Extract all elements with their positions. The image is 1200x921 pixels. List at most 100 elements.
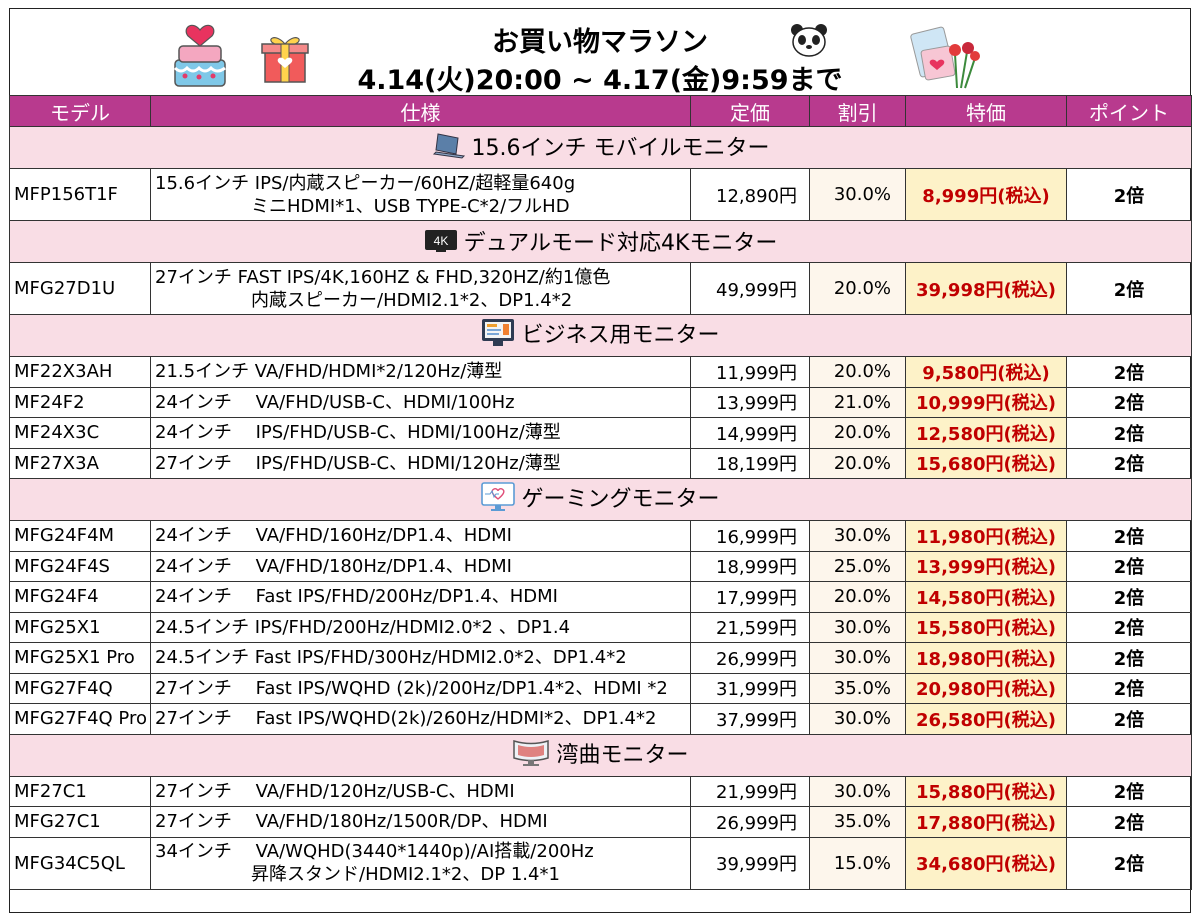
points-cell: 2倍 (1066, 611, 1192, 643)
spec-line: 24.5インチ IPS/FHD/200Hz/HDMI2.0*2 、DP1.4 (155, 616, 571, 638)
table-row: MFG27C1 27インチ VA/FHD/180Hz/1500R/DP、HDMI… (9, 806, 1192, 838)
spec-line: 27インチ Fast IPS/WQHD(2k)/260Hz/HDMI*2、DP1… (155, 708, 657, 730)
list-price-cell: 31,999円 (690, 672, 810, 704)
sale-price-cell: 10,999円(税込) (905, 386, 1067, 418)
spec-line: 27インチ VA/FHD/120Hz/USB-C、HDMI (155, 780, 515, 802)
spec-cell: 24インチ VA/FHD/USB-C、HDMI/100Hz (150, 386, 691, 418)
list-price-cell: 18,999円 (690, 550, 810, 582)
model-cell: MFG24F4 (9, 581, 151, 613)
points-cell: 2倍 (1066, 520, 1192, 552)
model-cell: MFG27F4Q Pro (9, 703, 151, 735)
table-row: MFG25X1 Pro 24.5インチ Fast IPS/FHD/300Hz/H… (9, 642, 1192, 674)
category-cell: ゲーミングモニター (9, 478, 1192, 521)
column-header-model: モデル (9, 95, 151, 127)
model-cell: MFG24F4S (9, 550, 151, 582)
discount-cell: 30.0% (809, 611, 906, 643)
list-price-cell: 26,999円 (690, 806, 810, 838)
list-price-cell: 39,999円 (690, 836, 810, 890)
discount-cell: 25.0% (809, 550, 906, 582)
category-cell: 湾曲モニター (9, 733, 1192, 777)
table-row: MFP156T1F 15.6インチ IPS/内蔵スピーカー/60HZ/超軽量64… (9, 168, 1192, 221)
discount-cell: 20.0% (809, 417, 906, 449)
column-header-sale-price: 特価 (905, 95, 1067, 127)
sale-price-cell: 8,999円(税込) (905, 168, 1067, 221)
sale-price-cell: 12,580円(税込) (905, 417, 1067, 449)
spec-cell: 21.5インチ VA/FHD/HDMI*2/120Hz/薄型 (150, 356, 691, 388)
spec-cell: 27インチ IPS/FHD/USB-C、HDMI/120Hz/薄型 (150, 447, 691, 479)
points-cell: 2倍 (1066, 447, 1192, 479)
spec-line: 34インチ VA/WQHD(3440*1440p)/AI搭載/200Hz (155, 841, 594, 862)
model-cell: MFG25X1 (9, 611, 151, 643)
4k-badge-icon: 4K (424, 229, 458, 253)
points-cell: 2倍 (1066, 417, 1192, 449)
discount-cell: 30.0% (809, 168, 906, 221)
model-cell: MFG27D1U (9, 262, 151, 315)
model-cell: MF24X3C (9, 417, 151, 449)
spec-cell: 27インチ FAST IPS/4K,160HZ & FHD,320HZ/約1億色… (150, 262, 691, 315)
spec-line: 24インチ Fast IPS/FHD/200Hz/DP1.4、HDMI (155, 586, 558, 608)
model-cell: MFP156T1F (9, 168, 151, 221)
table-row: MF24F2 24インチ VA/FHD/USB-C、HDMI/100Hz 13,… (9, 386, 1192, 418)
points-cell: 2倍 (1066, 806, 1192, 838)
points-cell: 2倍 (1066, 168, 1192, 221)
sale-price-cell: 9,580円(税込) (905, 356, 1067, 388)
list-price-cell: 49,999円 (690, 262, 810, 315)
sale-price-cell: 34,680円(税込) (905, 836, 1067, 890)
sale-price-cell: 39,998円(税込) (905, 262, 1067, 315)
sale-price-cell: 17,880円(税込) (905, 806, 1067, 838)
table-row: MFG27F4Q Pro 27インチ Fast IPS/WQHD(2k)/260… (9, 703, 1192, 735)
price-table: モデル 仕様 定価 割引 特価 ポイント 15.6インチ モバイルモニター MF… (9, 95, 1192, 890)
category-cell: ビジネス用モニター (9, 314, 1192, 357)
sale-price-cell: 11,980円(税込) (905, 520, 1067, 552)
category-title: 15.6インチ モバイルモニター (471, 135, 770, 161)
table-row: MFG24F4 24インチ Fast IPS/FHD/200Hz/DP1.4、H… (9, 581, 1192, 613)
spec-line: 27インチ Fast IPS/WQHD (2k)/200Hz/DP1.4*2、H… (155, 677, 668, 699)
spec-cell: 24.5インチ IPS/FHD/200Hz/HDMI2.0*2 、DP1.4 (150, 611, 691, 643)
points-cell: 2倍 (1066, 672, 1192, 704)
spec-cell: 27インチ Fast IPS/WQHD(2k)/260Hz/HDMI*2、DP1… (150, 703, 691, 735)
discount-cell: 30.0% (809, 703, 906, 735)
category-title: ゲーミングモニター (521, 487, 720, 512)
model-cell: MFG24F4M (9, 520, 151, 552)
table-row: MFG27F4Q 27インチ Fast IPS/WQHD (2k)/200Hz/… (9, 672, 1192, 704)
list-price-cell: 21,999円 (690, 775, 810, 807)
list-price-cell: 13,999円 (690, 386, 810, 418)
curved-monitor-icon (512, 738, 550, 768)
points-cell: 2倍 (1066, 262, 1192, 315)
model-cell: MF24F2 (9, 386, 151, 418)
list-price-cell: 21,599円 (690, 611, 810, 643)
spec-line: 21.5インチ VA/FHD/HDMI*2/120Hz/薄型 (155, 361, 503, 383)
laptop-icon (432, 132, 466, 160)
sale-price-cell: 26,580円(税込) (905, 703, 1067, 735)
spec-line: 24インチ VA/FHD/180Hz/DP1.4、HDMI (155, 555, 512, 577)
model-cell: MFG27F4Q (9, 672, 151, 704)
sheet-header: お買い物マラソン 4.14(火)20:00 ~ 4.17(金)9:59まで (9, 8, 1191, 96)
list-price-cell: 11,999円 (690, 356, 810, 388)
category-title: デュアルモード対応4Kモニター (463, 230, 778, 256)
discount-cell: 21.0% (809, 386, 906, 418)
table-row: MF24X3C 24インチ IPS/FHD/USB-C、HDMI/100Hz/薄… (9, 417, 1192, 449)
spec-line: 24インチ VA/FHD/160Hz/DP1.4、HDMI (155, 525, 512, 547)
model-cell: MFG34C5QL (9, 836, 151, 890)
list-price-cell: 18,199円 (690, 447, 810, 479)
sale-price-cell: 15,580円(税込) (905, 611, 1067, 643)
table-row: MFG24F4S 24インチ VA/FHD/180Hz/DP1.4、HDMI 1… (9, 550, 1192, 582)
list-price-cell: 12,890円 (690, 168, 810, 221)
category-row: ゲーミングモニター (9, 478, 1192, 521)
business-monitor-icon (481, 318, 515, 348)
spec-line: 内蔵スピーカー/HDMI2.1*2、DP1.4*2 (251, 289, 573, 311)
discount-cell: 30.0% (809, 775, 906, 807)
category-cell: 15.6インチ モバイルモニター (9, 126, 1192, 169)
column-header-list-price: 定価 (690, 95, 810, 127)
points-cell: 2倍 (1066, 386, 1192, 418)
gaming-monitor-icon (481, 482, 516, 512)
sale-price-cell: 20,980円(税込) (905, 672, 1067, 704)
spec-line: 27インチ VA/FHD/180Hz/1500R/DP、HDMI (155, 811, 548, 833)
spec-line: 24インチ IPS/FHD/USB-C、HDMI/100Hz/薄型 (155, 422, 561, 444)
table-row: MFG34C5QL 34インチ VA/WQHD(3440*1440p)/AI搭載… (9, 836, 1192, 890)
points-cell: 2倍 (1066, 550, 1192, 582)
model-cell: MFG27C1 (9, 806, 151, 838)
model-cell: MFG25X1 Pro (9, 642, 151, 674)
category-row: 湾曲モニター (9, 733, 1192, 777)
points-cell: 2倍 (1066, 581, 1192, 613)
